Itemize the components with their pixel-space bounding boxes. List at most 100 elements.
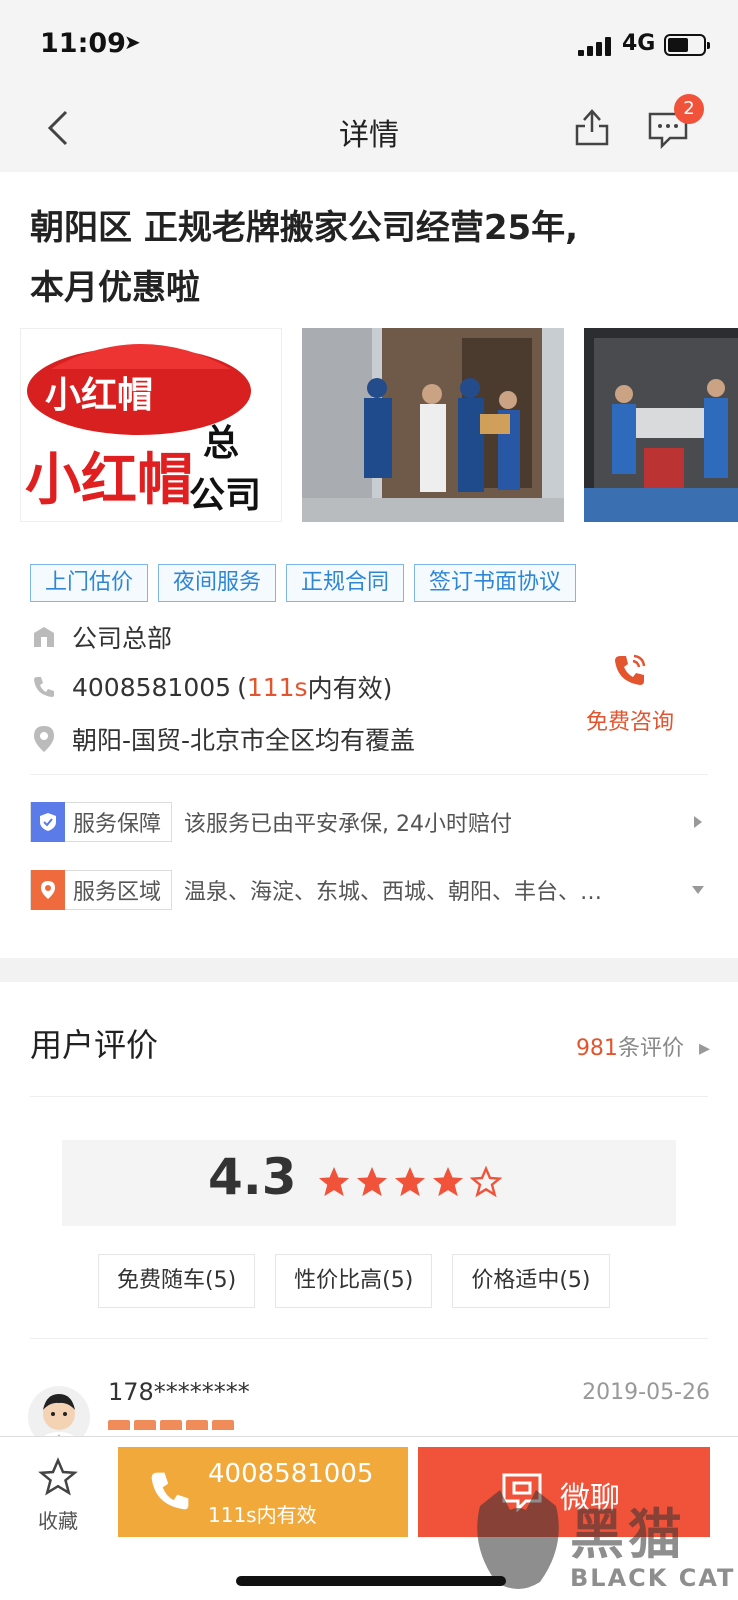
star-icon xyxy=(432,1166,464,1197)
star-icon xyxy=(470,1166,502,1198)
review-count-link[interactable]: 981条评价 ▸ xyxy=(576,1030,710,1062)
nav-bar: 详情 xyxy=(0,88,738,172)
service-area-row[interactable]: 服务区域 温泉、海淀、东城、西城、朝阳、丰台、… xyxy=(30,870,708,910)
triangle-down-icon xyxy=(688,880,708,900)
truck-photo xyxy=(584,328,738,522)
watermark-cn: 黑猫 xyxy=(570,1503,686,1566)
star-icon xyxy=(212,1420,234,1430)
network-label: 4G xyxy=(622,31,656,56)
location-pin-icon xyxy=(30,725,58,753)
review-tag-chip[interactable]: 免费随车(5) xyxy=(98,1254,256,1308)
watermark: 黑猫 BLACK CAT xyxy=(470,1486,738,1600)
call-number: 4008581005 xyxy=(208,1459,374,1489)
favorite-button[interactable]: 收藏 xyxy=(28,1457,88,1534)
company-row: 公司总部 xyxy=(30,620,172,654)
service-guarantee-row[interactable]: 服务保障 该服务已由平安承保, 24小时赔付 xyxy=(30,802,708,842)
tag-item[interactable]: 上门估价 xyxy=(30,564,149,602)
phone-icon xyxy=(30,673,58,701)
valid-seconds: 111s xyxy=(246,672,308,702)
rating-score: 4.3 xyxy=(208,1148,297,1206)
movers-photo xyxy=(302,328,564,522)
star-outline-icon xyxy=(38,1457,78,1496)
consult-label: 免费咨询 xyxy=(585,710,674,735)
star-icon xyxy=(356,1166,388,1197)
divider xyxy=(30,1338,708,1339)
share-icon xyxy=(575,109,609,146)
area-text: 温泉、海淀、东城、西城、朝阳、丰台、… xyxy=(184,880,603,905)
photo-logo[interactable]: 小红帽 小红帽 总 公司 xyxy=(20,328,282,522)
phone-number: 4008581005 xyxy=(72,672,232,702)
phone-icon xyxy=(151,1472,189,1510)
reviewer-name: 178******** xyxy=(108,1378,250,1406)
free-consult-button[interactable]: 免费咨询 xyxy=(580,650,680,736)
review-count-number: 981 xyxy=(575,1036,618,1061)
tag-item[interactable]: 签订书面协议 xyxy=(414,564,577,602)
location-arrow-icon: ➤ xyxy=(124,30,141,54)
valid-suffix: 内有效) xyxy=(307,674,393,703)
star-shape xyxy=(356,1166,388,1197)
photo-movers-1[interactable] xyxy=(302,328,564,522)
favorite-label: 收藏 xyxy=(38,1509,78,1533)
review-tag-chip[interactable]: 价格适中(5) xyxy=(452,1254,610,1308)
building-icon xyxy=(30,623,58,651)
listing-card: 朝阳区 正规老牌搬家公司经营25年, 本月优惠啦 小红帽 小红帽 总 公司 上门… xyxy=(0,172,738,958)
address-text: 朝阳-国贸-北京市全区均有覆盖 xyxy=(72,726,416,755)
star-icon xyxy=(394,1166,426,1197)
tag-item[interactable]: 正规合同 xyxy=(286,564,405,602)
star-icon xyxy=(160,1420,182,1430)
review-title: 用户评价 xyxy=(30,1026,159,1064)
tag-item[interactable]: 夜间服务 xyxy=(158,564,277,602)
guarantee-badge: 服务保障 xyxy=(30,802,173,842)
title-line-2: 本月优惠啦 xyxy=(30,268,200,308)
guarantee-label: 服务保障 xyxy=(73,812,162,837)
rating-summary: 4.3 xyxy=(62,1140,676,1226)
company-name: 公司总部 xyxy=(72,624,173,653)
star-icon xyxy=(318,1166,350,1197)
triangle-right-icon xyxy=(688,812,708,832)
divider xyxy=(30,774,708,775)
logo-small-text: 小红帽 xyxy=(45,375,153,416)
star-icon xyxy=(134,1420,156,1430)
area-badge: 服务区域 xyxy=(30,870,173,910)
shield-icon xyxy=(31,802,65,842)
listing-title: 朝阳区 正规老牌搬家公司经营25年, 本月优惠啦 xyxy=(30,198,720,318)
triangle-right-icon: ▸ xyxy=(698,1036,710,1061)
signal-icon xyxy=(578,36,612,56)
share-button[interactable] xyxy=(570,104,614,148)
unread-badge: 2 xyxy=(674,94,704,124)
call-button[interactable]: 4008581005 111s内有效 xyxy=(118,1447,408,1537)
logo-big-text: 小红帽 xyxy=(25,448,193,513)
page-title: 详情 xyxy=(339,118,399,153)
review-tag-chip[interactable]: 性价比高(5) xyxy=(275,1254,433,1308)
call-validity: 111s内有效 xyxy=(208,1503,317,1527)
review-tag-list: 免费随车(5) 性价比高(5) 价格适中(5) xyxy=(98,1254,610,1308)
rating-stars xyxy=(318,1166,502,1198)
star-shape xyxy=(394,1166,426,1197)
watermark-en: BLACK CAT xyxy=(570,1564,736,1592)
star-shape xyxy=(318,1166,350,1197)
star-shape xyxy=(470,1166,502,1198)
status-time: 11:09 xyxy=(40,28,126,59)
logo-side-text-2: 公司 xyxy=(189,475,261,516)
phone-row[interactable]: 4008581005 ( 111s 内有效) xyxy=(30,670,392,704)
address-row: 朝阳-国贸-北京市全区均有覆盖 xyxy=(30,722,415,756)
tag-list: 上门估价 夜间服务 正规合同 签订书面协议 xyxy=(30,564,577,602)
photo-movers-2[interactable] xyxy=(584,328,738,522)
home-indicator[interactable] xyxy=(236,1576,506,1586)
star-icon xyxy=(186,1420,208,1430)
star-shape xyxy=(432,1166,464,1197)
red-hat-logo: 小红帽 小红帽 总 公司 xyxy=(25,344,261,516)
phone-ringing-icon xyxy=(615,654,646,685)
review-date: 2019-05-26 xyxy=(582,1380,710,1405)
star-icon xyxy=(108,1420,130,1430)
guarantee-text: 该服务已由平安承保, 24小时赔付 xyxy=(184,812,512,837)
logo-side-text-1: 总 xyxy=(203,423,239,464)
location-pin-icon xyxy=(31,870,65,910)
title-line-1: 朝阳区 正规老牌搬家公司经营25年, xyxy=(30,208,579,248)
status-bar: 11:09 ➤ 4G xyxy=(0,0,738,88)
valid-prefix: ( xyxy=(237,672,247,702)
review-count-suffix: 条评价 xyxy=(617,1036,684,1061)
reviewer-stars xyxy=(108,1420,234,1430)
battery-icon xyxy=(664,34,710,56)
divider xyxy=(30,1096,708,1097)
